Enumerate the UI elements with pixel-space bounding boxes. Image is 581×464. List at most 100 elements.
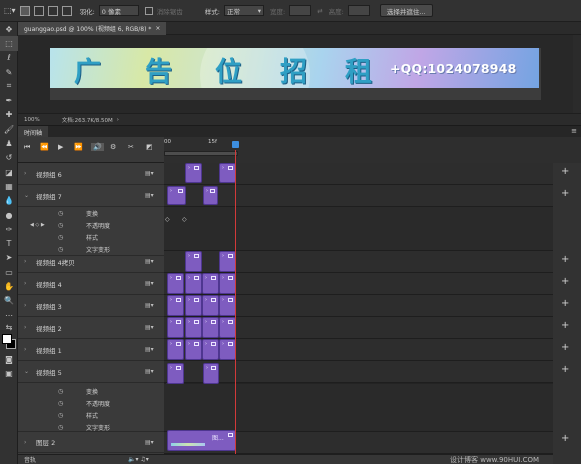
clip[interactable]: › <box>219 251 236 272</box>
brush-icon[interactable]: 🖌 <box>0 122 18 136</box>
lasso-icon[interactable]: ℓ <box>0 51 18 65</box>
add-media-icon[interactable]: + <box>561 188 569 199</box>
audio-icon[interactable]: 🔊 <box>91 143 104 151</box>
clip[interactable]: › <box>185 251 202 272</box>
film-icon[interactable]: ▤▾ <box>145 368 154 375</box>
film-icon[interactable]: ▤▾ <box>145 192 154 199</box>
subtract-selection-icon[interactable] <box>47 5 58 16</box>
film-icon[interactable]: ▤▾ <box>145 439 154 446</box>
chevron-down-icon[interactable]: ⌄ <box>24 192 29 199</box>
blur-icon[interactable]: 💧 <box>0 194 18 208</box>
dodge-icon[interactable]: ● <box>0 208 18 222</box>
stopwatch-icon[interactable]: ◷ <box>58 210 63 217</box>
add-media-icon[interactable]: + <box>561 364 569 375</box>
pen-icon[interactable]: ✑ <box>0 222 18 236</box>
clip[interactable]: › <box>219 295 236 316</box>
intersect-selection-icon[interactable] <box>61 5 72 16</box>
marquee-icon[interactable]: ⬚ <box>0 36 18 51</box>
swap-icon[interactable]: ⇄ <box>317 7 322 15</box>
chevron-down-icon[interactable]: ⌄ <box>24 368 29 375</box>
add-media-icon[interactable]: + <box>561 254 569 265</box>
layer-row[interactable]: › 视频组 3 ▤▾ <box>18 295 164 317</box>
clip[interactable]: › <box>219 339 236 360</box>
new-selection-icon[interactable] <box>19 5 30 16</box>
chevron-right-icon[interactable]: › <box>24 324 26 331</box>
gradient-icon[interactable]: ▦ <box>0 179 18 193</box>
clip[interactable]: › <box>202 295 219 316</box>
work-area-bar[interactable] <box>164 151 238 156</box>
status-menu-icon[interactable]: › <box>117 117 119 123</box>
timeline-ruler[interactable]: 00 15f <box>164 137 581 163</box>
film-icon[interactable]: ▤▾ <box>145 280 154 287</box>
add-media-icon[interactable]: + <box>561 298 569 309</box>
add-media-icon[interactable]: + <box>561 320 569 331</box>
eyedropper-icon[interactable]: ✒ <box>0 93 18 107</box>
stamp-icon[interactable]: ♟ <box>0 136 18 150</box>
playhead-handle[interactable] <box>232 141 239 148</box>
keyframe-icon[interactable]: ◇ <box>182 216 187 223</box>
crop-icon[interactable]: ⌗ <box>0 79 18 93</box>
canvas-scrollbar[interactable] <box>573 35 581 113</box>
clip[interactable]: › <box>167 186 186 205</box>
layer-row[interactable]: › 图层 2 ▤▾ <box>18 431 164 453</box>
shape-icon[interactable]: ▭ <box>0 265 18 279</box>
stopwatch-icon[interactable]: ◷ <box>58 424 63 431</box>
screen-mode-icon[interactable]: ▣ <box>0 367 18 381</box>
transition-icon[interactable]: ◩ <box>146 143 153 151</box>
layer-row[interactable]: ⌄ 视频组 5 ▤▾ <box>18 361 164 383</box>
select-and-mask-button[interactable]: 选择并遮住... <box>379 4 433 17</box>
stopwatch-icon[interactable]: ◷ <box>58 388 63 395</box>
document-tab[interactable]: guanggao.psd @ 100% (视频组 6, RGB/8) * × <box>18 22 167 35</box>
swap-colors-icon[interactable]: ⇆ <box>0 322 18 332</box>
add-selection-icon[interactable] <box>33 5 44 16</box>
film-icon[interactable]: ▤▾ <box>145 346 154 353</box>
clip[interactable]: › <box>203 363 219 384</box>
feather-input[interactable]: 0 像素 <box>98 5 139 16</box>
keyframe-icon[interactable]: ◇ <box>165 216 170 223</box>
clip[interactable]: › <box>167 295 184 316</box>
layer-row[interactable]: › 视频组 6 ▤▾ <box>18 163 164 185</box>
document-canvas[interactable]: 广 告 位 招 租 +QQ:1024078948 <box>50 48 541 100</box>
add-media-icon[interactable]: + <box>561 433 569 444</box>
quick-mask-icon[interactable]: ◙ <box>0 352 18 366</box>
layer-row[interactable]: › 视频组 2 ▤▾ <box>18 317 164 339</box>
close-icon[interactable]: × <box>155 25 160 32</box>
clip[interactable]: › <box>167 339 184 360</box>
healing-icon[interactable]: ✚ <box>0 108 18 122</box>
clip[interactable]: › <box>167 317 184 338</box>
eraser-icon[interactable]: ◪ <box>0 165 18 179</box>
more-icon[interactable]: ⋯ <box>0 308 18 322</box>
zoom-level[interactable]: 100% <box>24 117 40 123</box>
chevron-right-icon[interactable]: › <box>24 258 26 265</box>
marquee-preset-icon[interactable]: ⬚▾ <box>4 6 16 15</box>
split-icon[interactable]: ✂ <box>128 143 134 151</box>
clip[interactable]: › <box>202 273 219 294</box>
stopwatch-icon[interactable]: ◷ <box>58 412 63 419</box>
film-icon[interactable]: ▤▾ <box>145 324 154 331</box>
chevron-right-icon[interactable]: › <box>24 280 26 287</box>
clip[interactable]: › <box>185 339 202 360</box>
chevron-right-icon[interactable]: › <box>24 302 26 309</box>
height-input[interactable] <box>347 5 370 16</box>
chevron-right-icon[interactable]: › <box>24 439 26 446</box>
stopwatch-icon[interactable]: ◷ <box>58 234 63 241</box>
layer-row[interactable]: ⌄ 视频组 7 ▤▾ <box>18 185 164 207</box>
play-icon[interactable]: ▶ <box>58 143 63 151</box>
clip[interactable]: › <box>167 273 184 294</box>
clip[interactable]: › <box>185 317 202 338</box>
chevron-right-icon[interactable]: › <box>24 170 26 177</box>
film-icon[interactable]: ▤▾ <box>145 258 154 265</box>
clip[interactable]: › <box>219 317 236 338</box>
stopwatch-icon[interactable]: ◷ <box>58 222 63 229</box>
panel-menu-icon[interactable]: ≡ <box>571 127 577 135</box>
history-brush-icon[interactable]: ↺ <box>0 151 18 165</box>
style-select[interactable]: 正常 ▾ <box>223 5 264 16</box>
keyframe-nav-icon[interactable]: ◀ ◇ ▶ <box>30 222 45 228</box>
clip[interactable]: › <box>185 273 202 294</box>
speaker-icon[interactable]: 🔈▾ ♫▾ <box>128 456 149 463</box>
clip[interactable]: › <box>203 186 218 205</box>
antialias-checkbox[interactable] <box>144 6 153 15</box>
hand-icon[interactable]: ✋ <box>0 279 18 293</box>
width-input[interactable] <box>289 5 312 16</box>
add-media-icon[interactable]: + <box>561 276 569 287</box>
